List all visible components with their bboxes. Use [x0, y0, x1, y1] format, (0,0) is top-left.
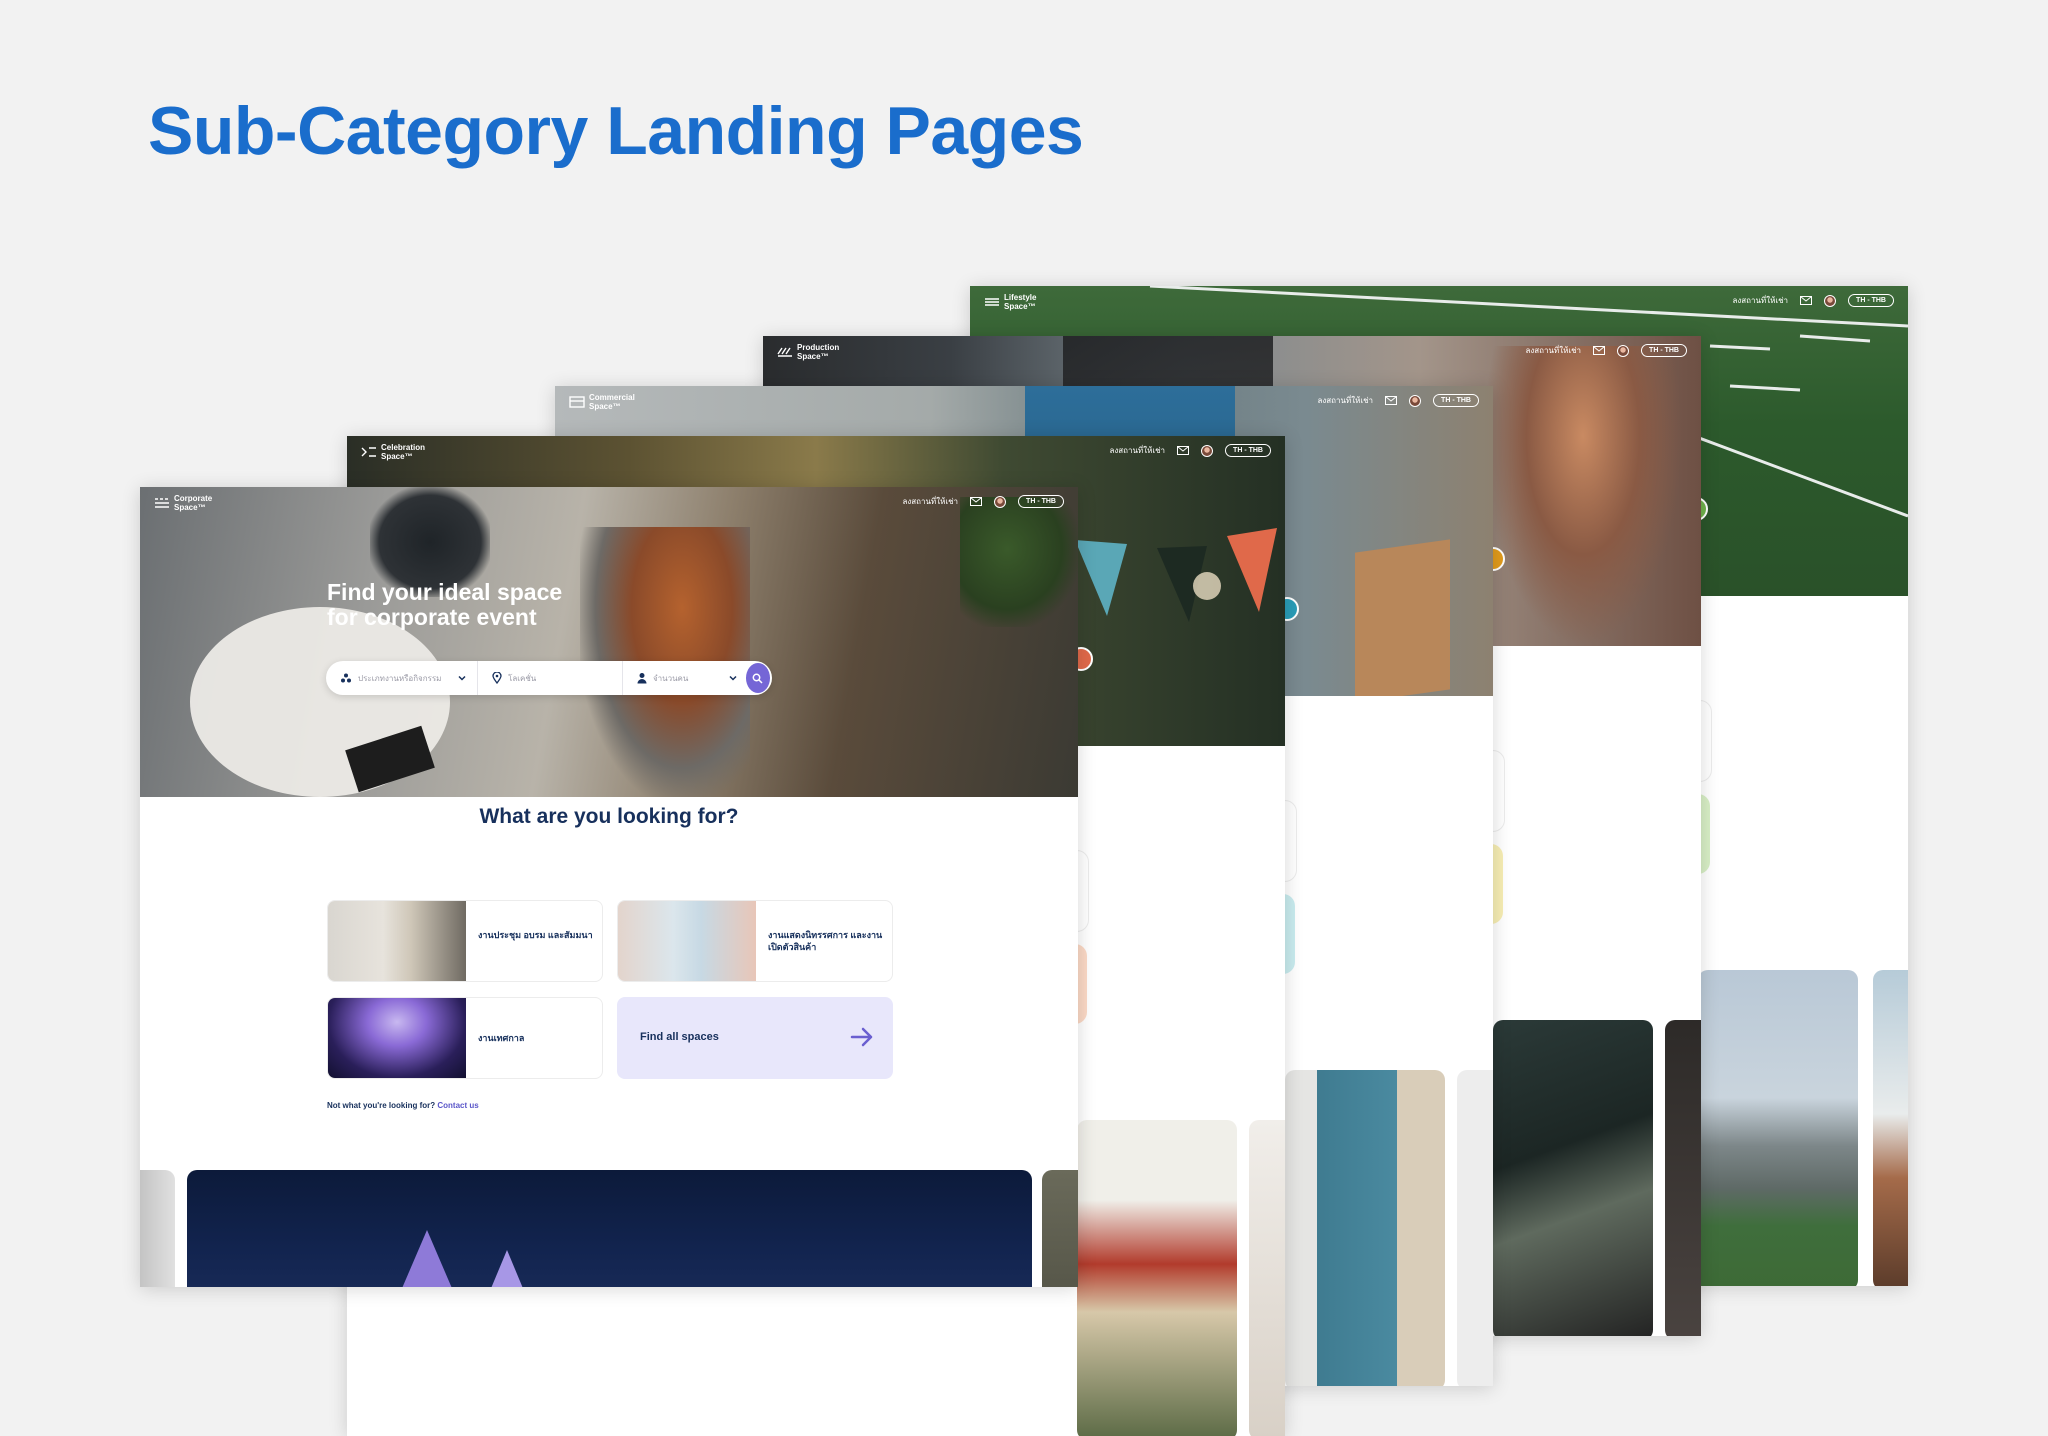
corporate-nav: ลงสถานที่ให้เช่า TH - THB [902, 495, 1064, 508]
mail-icon[interactable] [1593, 346, 1606, 355]
category-card-festival[interactable]: งานเทศกาล [327, 997, 603, 1079]
user-avatar[interactable] [1201, 444, 1214, 457]
user-avatar[interactable] [1409, 394, 1422, 407]
logo-icon [569, 396, 585, 408]
section-title: What are you looking for? [479, 805, 739, 828]
corporate-logo[interactable]: Corporate Space™ [154, 494, 212, 512]
search-icon [752, 673, 763, 684]
hero-title: Find your ideal space for corporate even… [327, 579, 563, 630]
location-input[interactable]: โลเคชั่น [477, 661, 622, 695]
language-selector[interactable]: TH - THB [1433, 394, 1479, 407]
mail-icon[interactable] [1177, 446, 1190, 455]
production-nav: ลงสถานที่ให้เช่า TH - THB [1525, 344, 1687, 357]
lifestyle-photo-building [1873, 970, 1908, 1286]
language-selector[interactable]: TH - THB [1641, 344, 1687, 357]
production-logo[interactable]: Production Space™ [777, 343, 839, 361]
mail-icon[interactable] [1385, 396, 1398, 405]
logo-icon [361, 447, 376, 457]
woman-figure [1483, 346, 1683, 646]
tent-shape [402, 1230, 523, 1287]
corporate-photo-night-tent [187, 1170, 1032, 1287]
commercial-logo[interactable]: Commercial Space™ [569, 393, 635, 411]
corporate-space-page: Corporate Space™ ลงสถานที่ให้เช่า TH - TH… [140, 487, 1078, 1287]
chevron-down-icon [458, 675, 466, 681]
category-card-conference[interactable]: งานประชุม อบรม และสัมมนา [327, 900, 603, 982]
list-space-link[interactable]: ลงสถานที่ให้เช่า [1317, 394, 1373, 407]
contact-us-link[interactable]: Contact us [437, 1101, 478, 1110]
arrow-right-icon [850, 1027, 873, 1047]
category-icon [341, 673, 351, 683]
chevron-down-icon [729, 675, 737, 681]
corporate-hero: Corporate Space™ ลงสถานที่ให้เช่า TH - TH… [140, 487, 1078, 797]
celebration-photo-white [1249, 1120, 1285, 1436]
celebration-logo[interactable]: Celebration Space™ [361, 443, 425, 461]
festival-image [328, 998, 466, 1078]
user-avatar[interactable] [1617, 344, 1630, 357]
conference-image [328, 901, 466, 981]
exhibition-image [618, 901, 756, 981]
list-space-link[interactable]: ลงสถานที่ให้เช่า [902, 495, 958, 508]
mail-icon[interactable] [1800, 296, 1813, 305]
user-avatar[interactable] [1824, 294, 1837, 307]
search-button[interactable] [745, 663, 770, 693]
find-all-spaces-card[interactable]: Find all spaces [617, 997, 893, 1079]
category-select[interactable]: ประเภทงานหรือกิจกรรม [326, 661, 477, 695]
guests-select[interactable]: จำนวนคน [621, 661, 746, 695]
lifestyle-nav: ลงสถานที่ให้เช่า TH - THB [1732, 294, 1894, 307]
list-space-link[interactable]: ลงสถานที่ให้เช่า [1109, 444, 1165, 457]
logo-icon [985, 298, 999, 306]
mail-icon[interactable] [970, 497, 983, 506]
lifestyle-logo[interactable]: Lifestyle Space™ [984, 293, 1036, 311]
search-bar: ประเภทงานหรือกิจกรรม โลเคชั่น จำนวนคน [326, 661, 772, 695]
language-selector[interactable]: TH - THB [1848, 294, 1894, 307]
commercial-photo-interior [1457, 1070, 1493, 1386]
person-icon [637, 673, 647, 684]
language-selector[interactable]: TH - THB [1225, 444, 1271, 457]
logo-icon [155, 498, 169, 508]
list-space-link[interactable]: ลงสถานที่ให้เช่า [1525, 344, 1581, 357]
commercial-nav: ลงสถานที่ให้เช่า TH - THB [1317, 394, 1479, 407]
celebration-photo-lantern [1077, 1120, 1237, 1436]
user-avatar[interactable] [994, 495, 1007, 508]
production-photo-window [1665, 1020, 1701, 1336]
corporate-photo-left [140, 1170, 175, 1287]
list-space-link[interactable]: ลงสถานที่ให้เช่า [1732, 294, 1788, 307]
language-selector[interactable]: TH - THB [1018, 495, 1064, 508]
celebration-nav: ลงสถานที่ให้เช่า TH - THB [1109, 444, 1271, 457]
corporate-photo-right [1042, 1170, 1078, 1287]
plant-shape [960, 497, 1078, 627]
location-pin-icon [492, 672, 502, 684]
page-headline: Sub-Category Landing Pages [148, 93, 1084, 169]
category-card-exhibition[interactable]: งานแสดงนิทรรศการ และงานเปิดตัวสินค้า [617, 900, 893, 982]
logo-icon [777, 347, 792, 357]
help-text: Not what you're looking for? Contact us [327, 1101, 479, 1110]
cardboard-box [1355, 539, 1450, 696]
lifestyle-photo-stadium [1698, 970, 1858, 1286]
commercial-photo-arches [1285, 1070, 1445, 1386]
production-photo-silhouette [1493, 1020, 1653, 1336]
